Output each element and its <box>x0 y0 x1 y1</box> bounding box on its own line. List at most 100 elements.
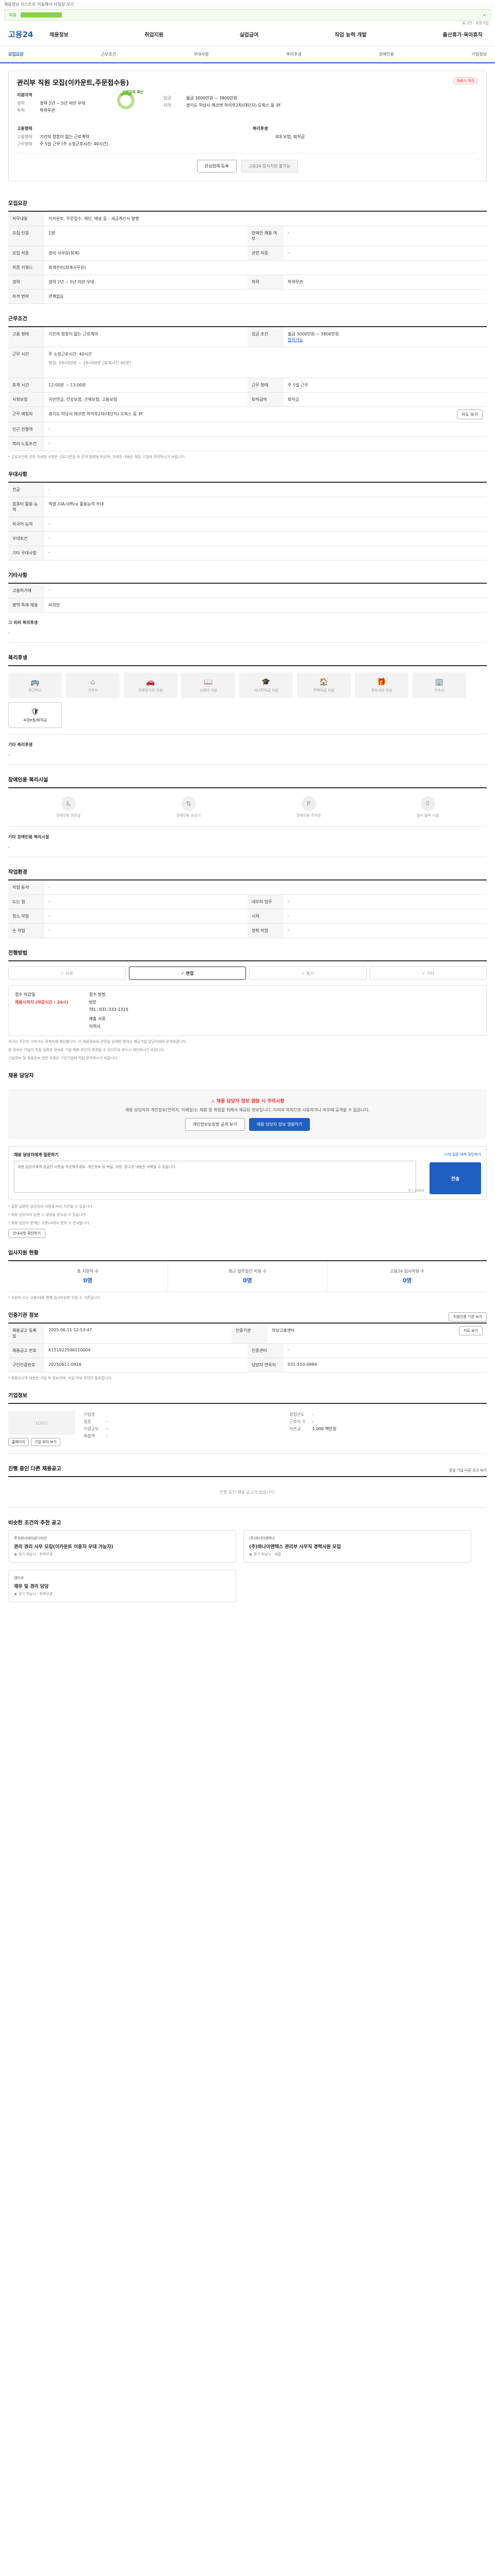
stat-value: 0명 <box>83 1277 93 1284</box>
table-header: 전공 <box>8 483 44 497</box>
graduation-icon: 🎓 <box>261 677 271 686</box>
list-item[interactable]: (주)하나이엔텍스 (주)하나이엔텍스 관리부 사무직 경력사원 모집 ◉ 경기… <box>243 1530 471 1563</box>
tab-prefer[interactable]: 우대사항 <box>193 52 208 57</box>
gnb-item-leave[interactable]: 출산휴가·육아휴직 <box>443 30 483 38</box>
welfare-item-label: 기숙사 <box>88 688 98 692</box>
braille-icon: ⠿ <box>420 796 435 811</box>
list-item[interactable]: 엠티코 재무 및 경리 담당 ◉ 경기 하남시 · 학력무관 <box>8 1570 236 1602</box>
check-icon: ✓ <box>422 971 427 976</box>
company-key: 근로자 수 <box>289 1419 306 1424</box>
tab-work[interactable]: 근무조건 <box>101 52 116 57</box>
welfare-item: 📖 교육비 지원 <box>182 672 235 698</box>
welfare-title: 복리후생 <box>8 655 27 661</box>
company-key: 매출액 <box>84 1434 95 1438</box>
privacy-button[interactable]: 개인정보보호법 공개 보기 <box>185 1118 245 1131</box>
table-header: 근무 시간 <box>8 347 44 378</box>
gnb-item-unemployment[interactable]: 실업급여 <box>240 30 259 38</box>
question-box: 채용 담당자에게 질문하기 나의 질문 내역 확인하기 0 / 200자 전송 <box>8 1146 487 1200</box>
bus-icon: 🚌 <box>30 677 40 686</box>
tab-recruit[interactable]: 모집요강 <box>8 52 23 57</box>
prefer-table: 전공 - 컴퓨터 활용 능력 엑셀 /OA-Office 활용능력 우대 외국어 능… <box>8 482 487 561</box>
my-questions-link[interactable]: 나의 질문 내역 확인하기 <box>444 1152 481 1157</box>
status-progress-bar: 지원 ✕ <box>4 9 491 21</box>
table-row: 우대조건 - <box>8 532 487 546</box>
gnb-item-jobs[interactable]: 채용정보 <box>50 30 69 38</box>
table-cell: 12:00분 ~ 13:00분 <box>48 383 86 387</box>
table-row: 컴퓨터 활용 능력 엑셀 /OA-Office 활용능력 우대 <box>8 497 487 517</box>
job-title[interactable]: 관리 경리 사무 모집(이카운트 이용자 우대 가능자) <box>14 1543 230 1550</box>
tab-disabled[interactable]: 장애인용 <box>379 52 394 57</box>
elevator-icon: ⇅ <box>181 796 196 811</box>
job-edu: 학력무관 <box>39 1552 53 1556</box>
method-item: ✓ 기타 <box>369 967 487 980</box>
apply-docs-value: 이력서 <box>89 1024 101 1029</box>
view-contact-button[interactable]: 채용 담당자 정보 열람하기 <box>249 1118 310 1131</box>
agency-button[interactable]: 지원인증 기관 보기 <box>449 1312 487 1321</box>
table-cell: - <box>288 913 289 918</box>
gnb-menu: 채용정보 취업지원 실업급여 직업 능력 개발 출산휴가·육아휴직 <box>50 30 487 38</box>
summary-key: 경력 <box>17 101 25 106</box>
table-row: 채용공고 등록일 2025.06.11 12:53:47 인증기관 하남고용센터… <box>8 1324 487 1344</box>
warning-title: ⚠ 채용 담당자 정보 열람 시 주의사항 <box>16 1097 478 1104</box>
question-input[interactable] <box>14 1161 416 1193</box>
top-notice[interactable]: 채용정보 리스트로 이동해서 사업장 보기 <box>0 0 495 7</box>
notice-button[interactable]: 안내사항 확인하기 <box>8 1229 45 1238</box>
others-link[interactable]: 동일 기업 다른 공고 보기 <box>449 1468 487 1473</box>
table-row: 병역 특례 채용 비희망 <box>8 598 487 613</box>
gnb-item-support[interactable]: 취업지원 <box>144 30 163 38</box>
login-link[interactable]: 로그인 · 회원가입 <box>462 21 489 26</box>
gift-icon: 🎁 <box>377 677 386 686</box>
gnb-item-training[interactable]: 직업 능력 개발 <box>335 30 367 38</box>
table-row: 모집 인원 1명 장애인 채용 여부 - <box>8 226 487 246</box>
tab-welfare[interactable]: 복리후생 <box>286 52 301 57</box>
company-title: 기업정보 <box>8 1393 27 1399</box>
stat-item: 총 지원자 수 0명 <box>8 1261 168 1292</box>
agency-map-button[interactable]: 지도 보기 <box>459 1326 483 1335</box>
site-logo[interactable]: 고용24 <box>8 29 50 40</box>
apply-info: 접수 마감일 채용시까지 (마감시간 : 24시) 접수 방법 방문 TEL: … <box>8 985 487 1036</box>
interest-button[interactable]: 관심업체 등록 <box>196 160 237 173</box>
question-note: * 질문 답변은 담당자의 사정에 따라 지연될 수 있습니다. <box>8 1205 94 1209</box>
tab-company[interactable]: 기업정보 <box>472 52 487 57</box>
table-cell: 경기도 하남시 에코앤 하이루2차(대단지) 오피스 동 3F <box>48 412 143 416</box>
map-button[interactable]: 지도 보기 <box>457 410 483 419</box>
summary-welfare: 복리후생 4대 보험, 퇴직금 <box>253 121 478 148</box>
apply-method-label: 접수 방법 <box>89 992 106 997</box>
apply-button[interactable]: 고용24 입사지원 불가능 <box>240 160 299 173</box>
agency-table: 채용공고 등록일 2025.06.11 12:53:47 인증기관 하남고용센터… <box>8 1323 487 1372</box>
table-row: 고용허가제 - <box>8 584 487 598</box>
job-title[interactable]: 재무 및 경리 담당 <box>14 1583 230 1589</box>
disabled-title: 장애인용 복리시설 <box>8 777 48 783</box>
table-row: 인근 전철역 - <box>8 422 487 437</box>
send-button[interactable]: 전송 <box>430 1162 481 1194</box>
table-header: 인증센터 <box>248 1344 284 1358</box>
apply-note: 자녀는 주인이 가져가는 관계자에 해당합니다. 이 채용정보와 관련된 상세한… <box>8 1040 187 1044</box>
company-row: 기업명 <box>84 1411 281 1418</box>
recruit-title: 모집요강 <box>8 201 27 207</box>
summary-value: 4대 보험, 퇴직금 <box>275 134 305 139</box>
company-col: 설립년도 - 근로자 수 - 자본금 3,000 백만원 <box>289 1411 487 1446</box>
list-item[interactable]: 주식회사에이로디자인 관리 경리 사무 모집(이카운트 이용자 우대 가능자) … <box>8 1530 236 1563</box>
apply-method: 접수 방법 방문 TEL: 031-333-1315 제출 서류 이력서 <box>89 992 128 1029</box>
table-header: 우대조건 <box>8 532 44 546</box>
table-header: 자격 면허 <box>8 290 44 303</box>
company-map-button[interactable]: 기업 위치 보기 <box>30 1438 60 1446</box>
apply-note: 기업정보 및 채용정보 관련 사항은 구인기업에 직접 문의하시기 바랍니다. <box>8 1056 119 1060</box>
job-title[interactable]: (주)하나이엔텍스 관리부 사무직 경력사원 모집 <box>249 1543 466 1550</box>
table-cell: 경력 2년 ~ 5년 미만 우대 <box>48 280 94 284</box>
apply-note: 본 정보는 기업이 직접 등록한 정보로 기업 채용 조건이 변경될 수 있으므… <box>8 1048 165 1052</box>
agency-header: 인증기관 정보 지원인증 기관 보기 <box>8 1311 487 1323</box>
company-value: - <box>312 1412 314 1417</box>
table-row: 경력 경력 2년 ~ 5년 미만 우대 학력 학력무관 <box>8 275 487 290</box>
table-header: 고용허가제 <box>8 584 44 598</box>
table-cell: - <box>288 230 289 235</box>
table-row: 고용 형태 기간의 정함이 없는 근로계약 임금 조건 월급 3000만원 ~ … <box>8 327 487 347</box>
welfare-item-label: 주택자금 지원 <box>313 688 335 692</box>
homepage-button[interactable]: 홈페이지 <box>8 1438 29 1446</box>
table-row: 도는 힘 - 내부의 업무 - <box>8 895 487 909</box>
table-cell: - <box>288 899 289 904</box>
table-cell: - <box>48 441 50 446</box>
close-icon[interactable]: ✕ <box>483 13 486 18</box>
stat-item: 고용24 입사지원 수 0명 <box>327 1261 487 1292</box>
table-header: 청소 작업 <box>8 909 44 923</box>
